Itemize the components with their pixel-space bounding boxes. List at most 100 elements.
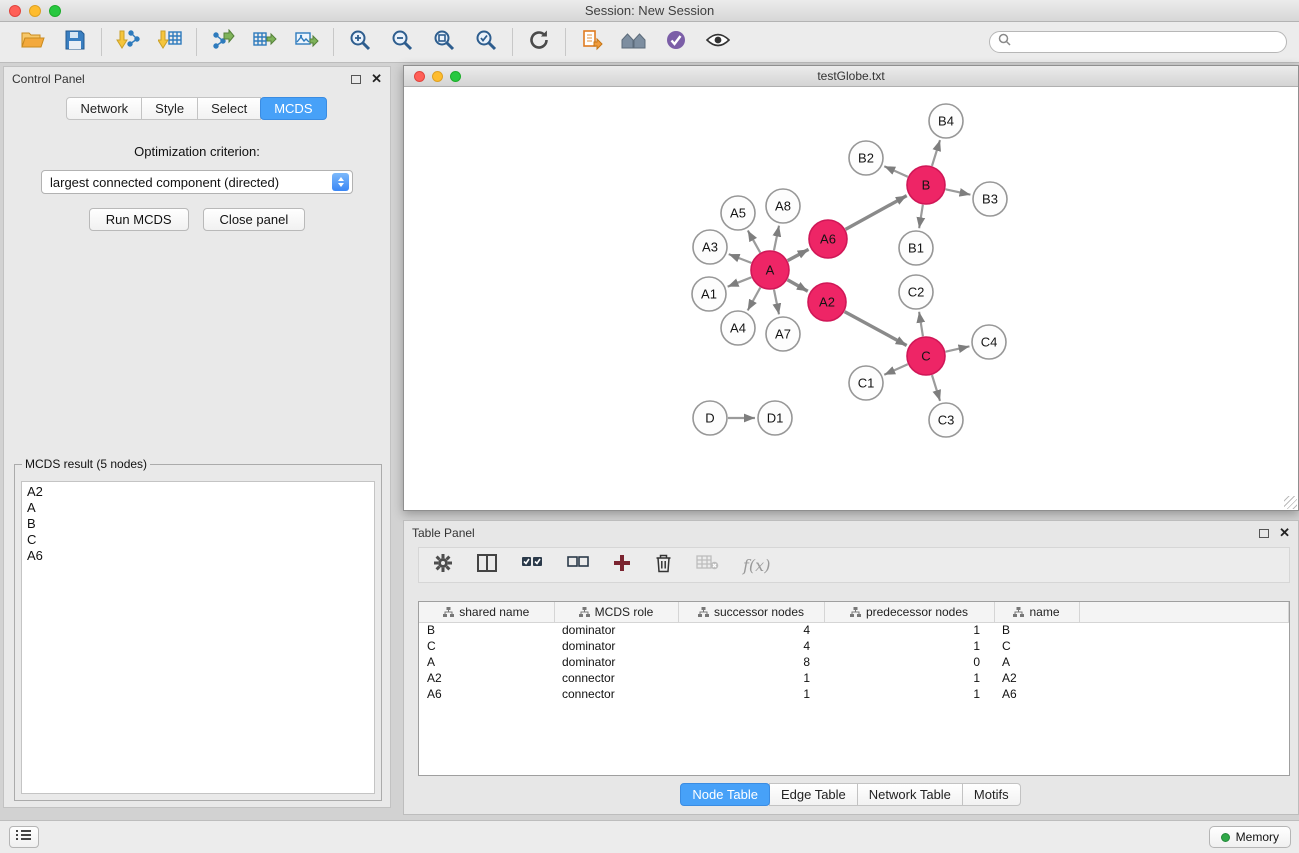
graph-node-C4[interactable]: C4 <box>972 325 1006 359</box>
network-close-button[interactable] <box>414 71 425 82</box>
graph-node-B4[interactable]: B4 <box>929 104 963 138</box>
tab-network[interactable]: Network <box>66 97 142 120</box>
network-zoom-button[interactable] <box>450 71 461 82</box>
table-options-button[interactable] <box>696 554 719 576</box>
graph-edge-B-B4[interactable] <box>932 140 940 166</box>
tab-edge-table[interactable]: Edge Table <box>769 783 858 806</box>
refresh-button[interactable] <box>518 25 560 59</box>
graph-edge-A-A7[interactable] <box>774 290 779 315</box>
close-table-panel-icon[interactable]: ✕ <box>1279 528 1290 538</box>
float-table-panel-icon[interactable] <box>1259 529 1269 538</box>
zoom-in-button[interactable] <box>339 25 381 59</box>
graph-edge-C-C4[interactable] <box>946 346 970 351</box>
graph-node-C3[interactable]: C3 <box>929 403 963 437</box>
graph-edge-A6-B[interactable] <box>846 196 907 230</box>
tab-select[interactable]: Select <box>197 97 261 120</box>
export-image-button[interactable] <box>286 25 328 59</box>
graph-node-B3[interactable]: B3 <box>973 182 1007 216</box>
graph-node-A5[interactable]: A5 <box>721 196 755 230</box>
criterion-dropdown[interactable]: largest connected component (directed) <box>41 170 353 194</box>
table-row[interactable]: A6connector11A6 <box>419 686 1289 702</box>
table-row[interactable]: A2connector11A2 <box>419 670 1289 686</box>
import-table-button[interactable] <box>149 25 191 59</box>
zoom-fit-button[interactable] <box>423 25 465 59</box>
graph-node-C2[interactable]: C2 <box>899 275 933 309</box>
graph-edge-A-A1[interactable] <box>728 277 752 286</box>
select-all-button[interactable] <box>521 555 543 576</box>
export-network-button[interactable] <box>202 25 244 59</box>
zoom-window-button[interactable] <box>49 5 61 17</box>
export-table-button[interactable] <box>244 25 286 59</box>
graph-edge-A-A2[interactable] <box>787 280 807 291</box>
delete-column-button[interactable] <box>655 553 672 578</box>
add-column-button[interactable] <box>613 554 631 577</box>
column-header-successor-nodes[interactable]: successor nodes <box>678 602 824 622</box>
table-row[interactable]: Adominator80A <box>419 654 1289 670</box>
graph-edge-A-A4[interactable] <box>748 288 761 311</box>
table-row[interactable]: Cdominator41C <box>419 638 1289 654</box>
apply-style-button[interactable] <box>655 25 697 59</box>
column-header-predecessor-nodes[interactable]: predecessor nodes <box>824 602 994 622</box>
graph-edge-A-A8[interactable] <box>774 226 779 251</box>
search-input[interactable] <box>1016 35 1278 49</box>
graph-node-A2[interactable]: A2 <box>808 283 846 321</box>
tab-mcds[interactable]: MCDS <box>260 97 326 120</box>
home-button[interactable] <box>613 25 655 59</box>
graph-edge-A-A6[interactable] <box>788 249 809 260</box>
graph-edge-B-B1[interactable] <box>919 205 923 228</box>
graph-node-D[interactable]: D <box>693 401 727 435</box>
open-session-button[interactable] <box>12 25 54 59</box>
close-panel-button[interactable]: Close panel <box>203 208 306 231</box>
graph-node-A[interactable]: A <box>751 251 789 289</box>
graph-edge-A-A5[interactable] <box>748 230 760 252</box>
search-field[interactable] <box>989 31 1287 53</box>
save-session-button[interactable] <box>54 25 96 59</box>
show-columns-button[interactable] <box>477 554 497 577</box>
graph-node-A6[interactable]: A6 <box>809 220 847 258</box>
mcds-result-item[interactable]: A2 <box>27 484 369 500</box>
resize-grip[interactable] <box>1284 496 1297 509</box>
show-panel-list-button[interactable] <box>9 826 39 848</box>
graph-edge-C-C1[interactable] <box>884 364 908 375</box>
network-canvas[interactable]: B4B2BB3A5A8A6A3B1AC2A1A2A4A7C4CC1C3DD1 <box>404 87 1298 510</box>
close-panel-icon[interactable]: ✕ <box>371 74 382 84</box>
graph-node-C1[interactable]: C1 <box>849 366 883 400</box>
graph-node-A8[interactable]: A8 <box>766 189 800 223</box>
import-network-button[interactable] <box>107 25 149 59</box>
graph-node-B1[interactable]: B1 <box>899 231 933 265</box>
graph-node-C[interactable]: C <box>907 337 945 375</box>
graph-node-A7[interactable]: A7 <box>766 317 800 351</box>
graph-edge-A2-C[interactable] <box>845 312 907 346</box>
graph-node-B[interactable]: B <box>907 166 945 204</box>
tab-motifs[interactable]: Motifs <box>962 783 1021 806</box>
network-minimize-button[interactable] <box>432 71 443 82</box>
table-row[interactable]: Bdominator41B <box>419 622 1289 638</box>
memory-button[interactable]: Memory <box>1209 826 1291 848</box>
function-builder-button[interactable]: f(x) <box>743 556 770 575</box>
graph-node-A4[interactable]: A4 <box>721 311 755 345</box>
tab-style[interactable]: Style <box>141 97 198 120</box>
mcds-result-item[interactable]: B <box>27 516 369 532</box>
graph-edge-A-A3[interactable] <box>729 254 752 263</box>
float-panel-icon[interactable] <box>351 75 361 84</box>
mcds-result-item[interactable]: C <box>27 532 369 548</box>
run-mcds-button[interactable]: Run MCDS <box>89 208 189 231</box>
close-window-button[interactable] <box>9 5 21 17</box>
graph-node-B2[interactable]: B2 <box>849 141 883 175</box>
zoom-selected-button[interactable] <box>465 25 507 59</box>
minimize-window-button[interactable] <box>29 5 41 17</box>
tab-node-table[interactable]: Node Table <box>680 783 770 806</box>
graph-edge-C-C2[interactable] <box>919 312 923 336</box>
column-header-MCDS-role[interactable]: MCDS role <box>554 602 678 622</box>
mcds-result-item[interactable]: A6 <box>27 548 369 564</box>
graph-node-A1[interactable]: A1 <box>692 277 726 311</box>
show-hide-button[interactable] <box>697 25 739 59</box>
graph-edge-B-B3[interactable] <box>946 189 971 194</box>
graph-edge-C-C3[interactable] <box>932 375 940 401</box>
column-header-name[interactable]: name <box>994 602 1079 622</box>
column-header-shared-name[interactable]: shared name <box>419 602 554 622</box>
deselect-all-button[interactable] <box>567 555 589 576</box>
zoom-out-button[interactable] <box>381 25 423 59</box>
table-settings-button[interactable] <box>433 553 453 578</box>
graph-node-D1[interactable]: D1 <box>758 401 792 435</box>
